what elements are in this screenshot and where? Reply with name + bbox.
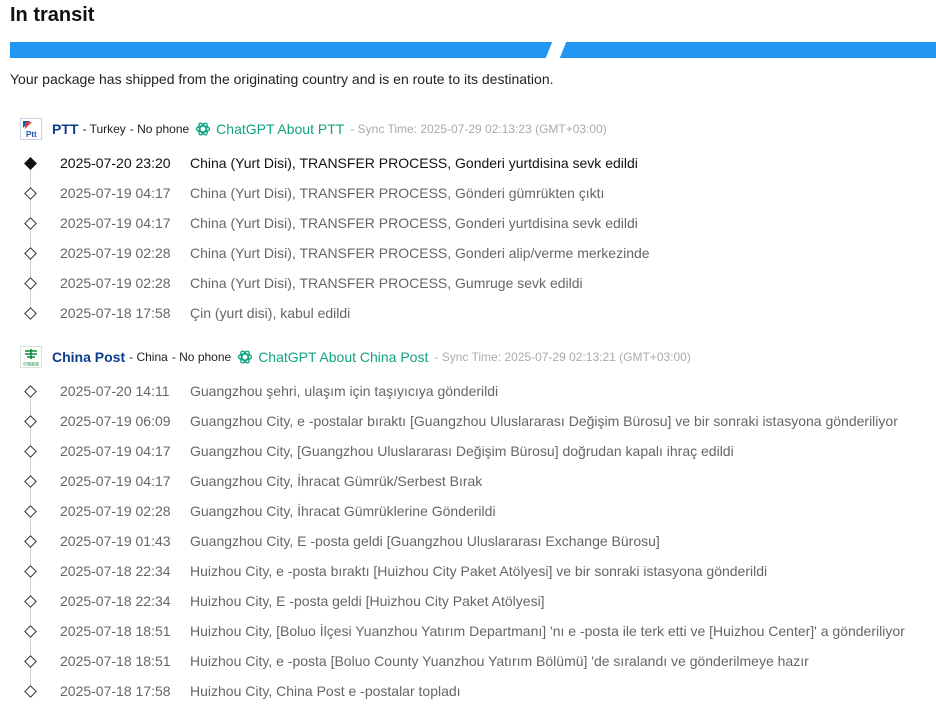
event-time: 2025-07-18 18:51	[60, 653, 171, 669]
event-marker	[24, 247, 37, 260]
timeline-event: 2025-07-18 18:51 Huizhou City, e -posta …	[20, 646, 930, 676]
event-time: 2025-07-18 17:58	[60, 683, 171, 699]
event-marker	[24, 445, 37, 458]
event-marker	[24, 385, 37, 398]
event-description: Huizhou City, China Post e -postalar top…	[190, 683, 461, 699]
event-marker	[24, 157, 37, 170]
carrier-header-china-post: 中国邮政 China Post - China - No phone ChatG…	[20, 345, 691, 369]
event-description: Guangzhou City, İhracat Gümrük/Serbest B…	[190, 473, 483, 489]
event-time: 2025-07-19 04:17	[60, 215, 171, 231]
timeline-event: 2025-07-19 04:17 Guangzhou City, [Guangz…	[20, 436, 930, 466]
chatgpt-icon[interactable]	[195, 121, 211, 137]
china-post-logo-icon: 中国邮政	[20, 346, 42, 368]
event-time: 2025-07-19 04:17	[60, 443, 171, 459]
timeline-ptt: 2025-07-20 23:20 China (Yurt Disi), TRAN…	[20, 148, 930, 328]
event-time: 2025-07-19 01:43	[60, 533, 171, 549]
event-time: 2025-07-20 23:20	[60, 155, 171, 171]
progress-divider	[546, 42, 567, 58]
carrier-header-ptt: Ptt PTT - Turkey - No phone ChatGPT Abou…	[20, 117, 607, 141]
event-description: China (Yurt Disi), TRANSFER PROCESS, Gon…	[190, 245, 650, 261]
status-title: In transit	[10, 4, 95, 26]
event-marker	[24, 535, 37, 548]
event-marker	[24, 217, 37, 230]
progress-bar	[10, 42, 936, 58]
event-time: 2025-07-19 02:28	[60, 503, 171, 519]
event-description: Guangzhou City, İhracat Gümrüklerine Gön…	[190, 503, 496, 519]
event-marker	[24, 187, 37, 200]
sync-time: - Sync Time: 2025-07-29 02:13:23 (GMT+03…	[350, 122, 607, 136]
event-description: Huizhou City, E -posta geldi [Huizhou Ci…	[190, 593, 545, 609]
event-time: 2025-07-19 02:28	[60, 275, 171, 291]
carrier-country: - China	[129, 350, 168, 364]
timeline-china-post: 2025-07-20 14:11 Guangzhou şehri, ulaşım…	[20, 376, 930, 706]
event-description: Huizhou City, e -posta [Boluo County Yua…	[190, 653, 809, 669]
event-description: Guangzhou City, [Guangzhou Uluslararası …	[190, 443, 734, 459]
timeline-event: 2025-07-18 22:34 Huizhou City, e -posta …	[20, 556, 930, 586]
event-description: China (Yurt Disi), TRANSFER PROCESS, Gum…	[190, 275, 583, 291]
event-time: 2025-07-19 04:17	[60, 473, 171, 489]
event-marker	[24, 415, 37, 428]
chatgpt-icon[interactable]	[237, 349, 253, 365]
ptt-logo-text: Ptt	[26, 130, 37, 139]
event-marker	[24, 625, 37, 638]
event-description: China (Yurt Disi), TRANSFER PROCESS, Gön…	[190, 185, 605, 201]
event-description: Guangzhou şehri, ulaşım için taşıyıcıya …	[190, 383, 499, 399]
timeline-event: 2025-07-18 22:34 Huizhou City, E -posta …	[20, 586, 930, 616]
ptt-logo-icon: Ptt	[20, 118, 42, 140]
event-time: 2025-07-18 18:51	[60, 623, 171, 639]
timeline-event: 2025-07-19 04:17 Guangzhou City, İhracat…	[20, 466, 930, 496]
chatgpt-about-link[interactable]: ChatGPT About PTT	[216, 121, 344, 137]
event-time: 2025-07-19 04:17	[60, 185, 171, 201]
event-marker	[24, 475, 37, 488]
chatgpt-about-link[interactable]: ChatGPT About China Post	[258, 349, 428, 365]
event-time: 2025-07-18 22:34	[60, 563, 171, 579]
event-time: 2025-07-18 22:34	[60, 593, 171, 609]
timeline-event: 2025-07-19 02:28 China (Yurt Disi), TRAN…	[20, 268, 930, 298]
event-description: China (Yurt Disi), TRANSFER PROCESS, Gon…	[190, 215, 638, 231]
timeline-event: 2025-07-19 04:17 China (Yurt Disi), TRAN…	[20, 178, 930, 208]
event-time: 2025-07-18 17:58	[60, 305, 171, 321]
sync-time: - Sync Time: 2025-07-29 02:13:21 (GMT+03…	[434, 350, 691, 364]
carrier-name[interactable]: China Post	[52, 349, 125, 365]
carrier-name[interactable]: PTT	[52, 121, 78, 137]
event-description: China (Yurt Disi), TRANSFER PROCESS, Gon…	[190, 155, 638, 171]
timeline-event: 2025-07-20 14:11 Guangzhou şehri, ulaşım…	[20, 376, 930, 406]
carrier-phone: - No phone	[129, 122, 190, 136]
event-description: Guangzhou City, E -posta geldi [Guangzho…	[190, 533, 660, 549]
event-marker	[24, 307, 37, 320]
event-marker	[24, 505, 37, 518]
event-description: Guangzhou City, e -postalar bıraktı [Gua…	[190, 413, 898, 429]
timeline-event: 2025-07-19 02:28 China (Yurt Disi), TRAN…	[20, 238, 930, 268]
event-description: Huizhou City, [Boluo İlçesi Yuanzhou Yat…	[190, 623, 905, 639]
event-time: 2025-07-20 14:11	[60, 383, 170, 399]
event-description: Çin (yurt disi), kabul edildi	[190, 305, 351, 321]
timeline-event: 2025-07-18 18:51 Huizhou City, [Boluo İl…	[20, 616, 930, 646]
event-marker	[24, 277, 37, 290]
carrier-country: - Turkey	[82, 122, 126, 136]
timeline-event: 2025-07-18 17:58 Huizhou City, China Pos…	[20, 676, 930, 706]
event-marker	[24, 565, 37, 578]
event-marker	[24, 655, 37, 668]
timeline-event: 2025-07-19 06:09 Guangzhou City, e -post…	[20, 406, 930, 436]
status-description: Your package has shipped from the origin…	[10, 71, 554, 87]
timeline-event: 2025-07-19 02:28 Guangzhou City, İhracat…	[20, 496, 930, 526]
timeline-event: 2025-07-19 01:43 Guangzhou City, E -post…	[20, 526, 930, 556]
timeline-event: 2025-07-18 17:58 Çin (yurt disi), kabul …	[20, 298, 930, 328]
event-marker	[24, 685, 37, 698]
event-time: 2025-07-19 06:09	[60, 413, 171, 429]
timeline-event: 2025-07-20 23:20 China (Yurt Disi), TRAN…	[20, 148, 930, 178]
carrier-phone: - No phone	[171, 350, 232, 364]
timeline-event: 2025-07-19 04:17 China (Yurt Disi), TRAN…	[20, 208, 930, 238]
event-description: Huizhou City, e -posta bıraktı [Huizhou …	[190, 563, 768, 579]
china-post-logo-text: 中国邮政	[23, 361, 39, 367]
event-marker	[24, 595, 37, 608]
event-time: 2025-07-19 02:28	[60, 245, 171, 261]
